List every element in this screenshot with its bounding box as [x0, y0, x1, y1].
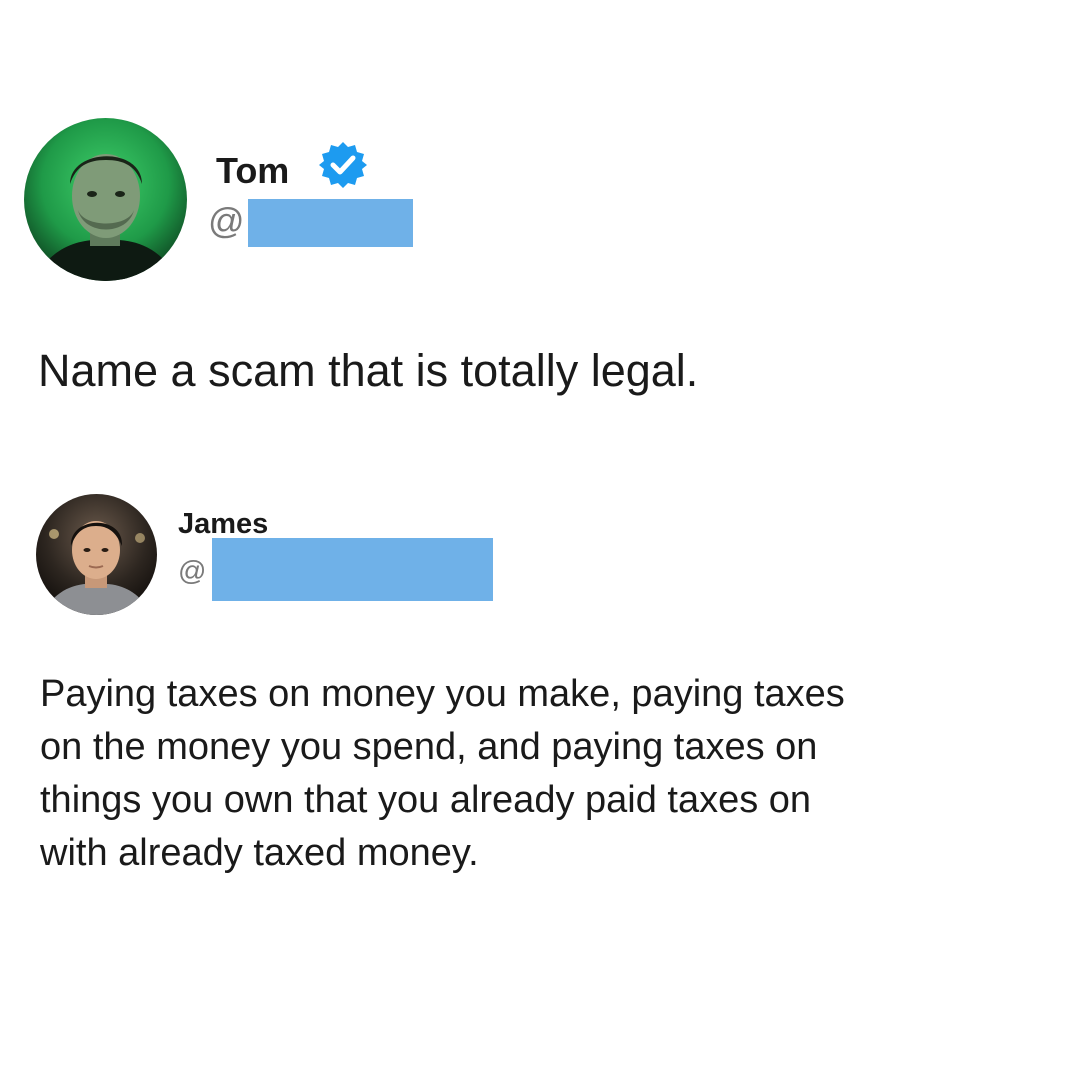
verified-badge-icon: [317, 139, 369, 191]
handle-tom[interactable]: @: [208, 200, 245, 242]
handle-redaction-james: [212, 538, 493, 601]
avatar-tom-image: [24, 118, 187, 281]
reply-text: Paying taxes on money you make, paying t…: [40, 673, 845, 874]
author-name-james[interactable]: James: [178, 507, 268, 541]
avatar-james[interactable]: [36, 494, 157, 615]
author-name-tom[interactable]: Tom: [216, 150, 289, 192]
handle-redaction-tom: [248, 199, 413, 247]
handle-james[interactable]: @: [178, 554, 206, 588]
avatar-tom[interactable]: [24, 118, 187, 281]
post-text: Name a scam that is totally legal.: [38, 345, 699, 396]
avatar-james-image: [36, 494, 157, 615]
